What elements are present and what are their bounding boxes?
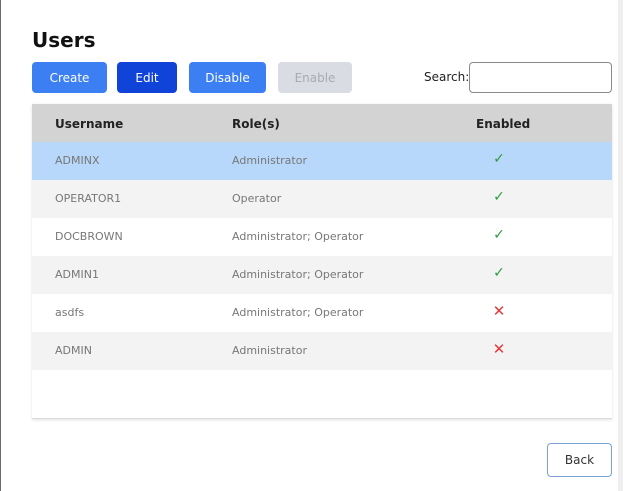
cell-roles: Administrator; Operator [232, 306, 364, 319]
edit-button[interactable]: Edit [117, 62, 177, 93]
column-header-roles[interactable]: Role(s) [232, 117, 280, 131]
disable-button[interactable]: Disable [189, 62, 266, 93]
table-row[interactable]: ADMINX Administrator ✓ [32, 142, 612, 180]
back-button[interactable]: Back [547, 443, 612, 477]
check-icon: ✓ [493, 227, 505, 243]
column-header-enabled[interactable]: Enabled [476, 117, 530, 131]
table-row[interactable]: ADMIN Administrator ✕ [32, 332, 612, 370]
cross-icon: ✕ [492, 340, 506, 358]
users-window: Users Create Edit Disable Enable Search:… [0, 0, 623, 491]
cell-roles: Administrator; Operator [232, 230, 364, 243]
table-row[interactable]: OPERATOR1 Operator ✓ [32, 180, 612, 218]
window-edge [618, 0, 623, 491]
cell-roles: Administrator [232, 344, 307, 357]
check-icon: ✓ [493, 189, 505, 205]
users-table: Username Role(s) Enabled ADMINX Administ… [32, 104, 612, 419]
cell-username: ADMIN1 [55, 268, 99, 281]
cell-username: ADMIN [55, 344, 92, 357]
table-row[interactable]: DOCBROWN Administrator; Operator ✓ [32, 218, 612, 256]
cell-roles: Administrator [232, 154, 307, 167]
cell-username: DOCBROWN [55, 230, 123, 243]
table-row[interactable]: ADMIN1 Administrator; Operator ✓ [32, 256, 612, 294]
page-title: Users [32, 28, 96, 52]
cell-username: ADMINX [55, 154, 100, 167]
table-header: Username Role(s) Enabled [32, 104, 612, 142]
cell-username: asdfs [55, 306, 85, 319]
cross-icon: ✕ [492, 302, 506, 320]
table-row[interactable]: asdfs Administrator; Operator ✕ [32, 294, 612, 332]
cell-username: OPERATOR1 [55, 192, 122, 205]
enable-button[interactable]: Enable [278, 62, 352, 93]
search-label: Search: [424, 70, 470, 84]
cell-roles: Administrator; Operator [232, 268, 364, 281]
column-header-username[interactable]: Username [55, 117, 123, 131]
check-icon: ✓ [493, 151, 505, 167]
cell-roles: Operator [232, 192, 282, 205]
search-input[interactable] [469, 62, 612, 93]
check-icon: ✓ [493, 265, 505, 281]
create-button[interactable]: Create [32, 62, 107, 93]
